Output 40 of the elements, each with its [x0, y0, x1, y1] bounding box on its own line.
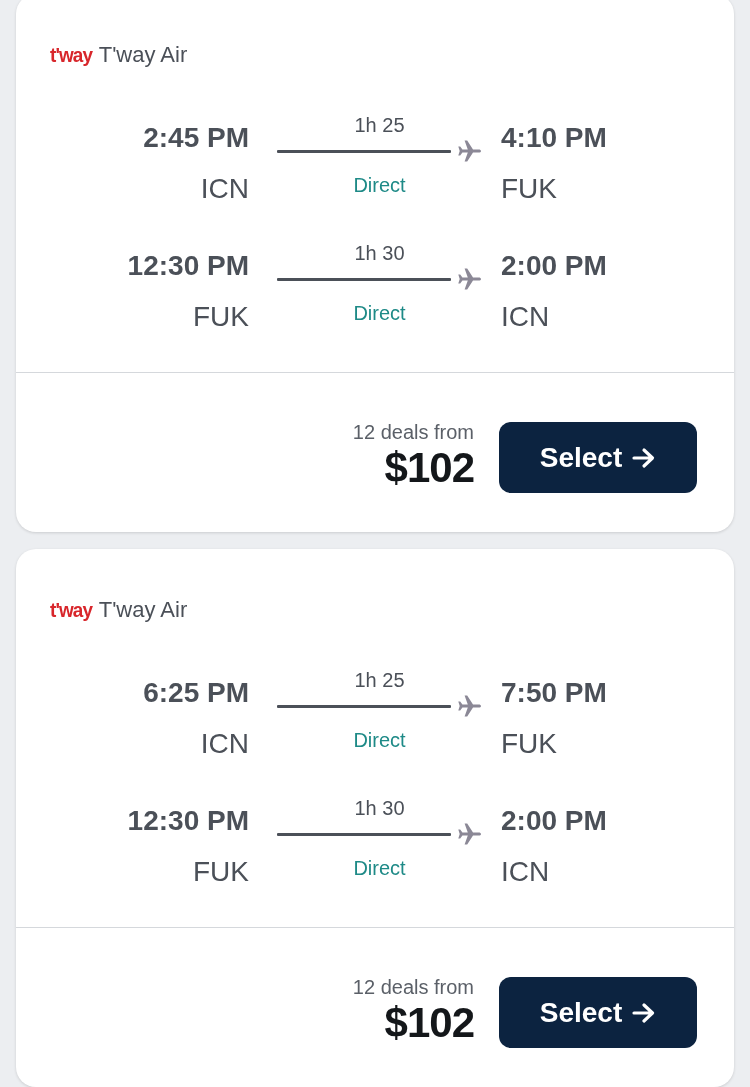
airplane-icon	[458, 823, 482, 845]
arrival-time: 4:10 PM	[501, 121, 607, 155]
stops-label: Direct	[353, 173, 406, 197]
arrival-time: 7:50 PM	[501, 676, 607, 710]
stops-label: Direct	[353, 728, 406, 752]
stops-label: Direct	[353, 856, 406, 880]
airplane-icon	[458, 140, 482, 162]
departure-time: 6:25 PM	[143, 676, 249, 710]
airline-logo: t'way	[50, 597, 92, 623]
airline-name: T'way Air	[98, 42, 188, 68]
arrival-time: 2:00 PM	[501, 249, 607, 283]
departure-airport: ICN	[200, 727, 249, 761]
departure-time: 2:45 PM	[143, 121, 249, 155]
arrow-right-icon	[632, 446, 657, 469]
price: $102	[384, 999, 474, 1047]
flight-duration: 1h 30	[354, 241, 405, 265]
deals-count: 12 deals from	[352, 975, 474, 999]
deals-count: 12 deals from	[352, 420, 474, 444]
arrival-airport: FUK	[501, 727, 557, 761]
departure-airport: FUK	[193, 855, 249, 889]
select-button[interactable]: Select	[499, 977, 697, 1048]
arrival-time: 2:00 PM	[501, 804, 607, 838]
arrow-right-icon	[632, 1001, 657, 1024]
airplane-icon	[458, 268, 482, 290]
arrival-airport: ICN	[501, 855, 550, 889]
departure-time: 12:30 PM	[127, 249, 249, 283]
arrival-airport: ICN	[501, 300, 550, 334]
select-button[interactable]: Select	[499, 422, 697, 493]
flight-duration: 1h 30	[354, 796, 405, 820]
stops-label: Direct	[353, 301, 406, 325]
departure-time: 12:30 PM	[127, 804, 249, 838]
departure-airport: ICN	[200, 172, 249, 206]
airline-name: T'way Air	[98, 597, 188, 623]
flight-duration: 1h 25	[354, 668, 405, 692]
airline-logo: t'way	[50, 42, 92, 68]
flight-duration: 1h 25	[354, 113, 405, 137]
airplane-icon	[458, 695, 482, 717]
arrival-airport: FUK	[501, 172, 557, 206]
departure-airport: FUK	[193, 300, 249, 334]
price: $102	[384, 444, 474, 492]
